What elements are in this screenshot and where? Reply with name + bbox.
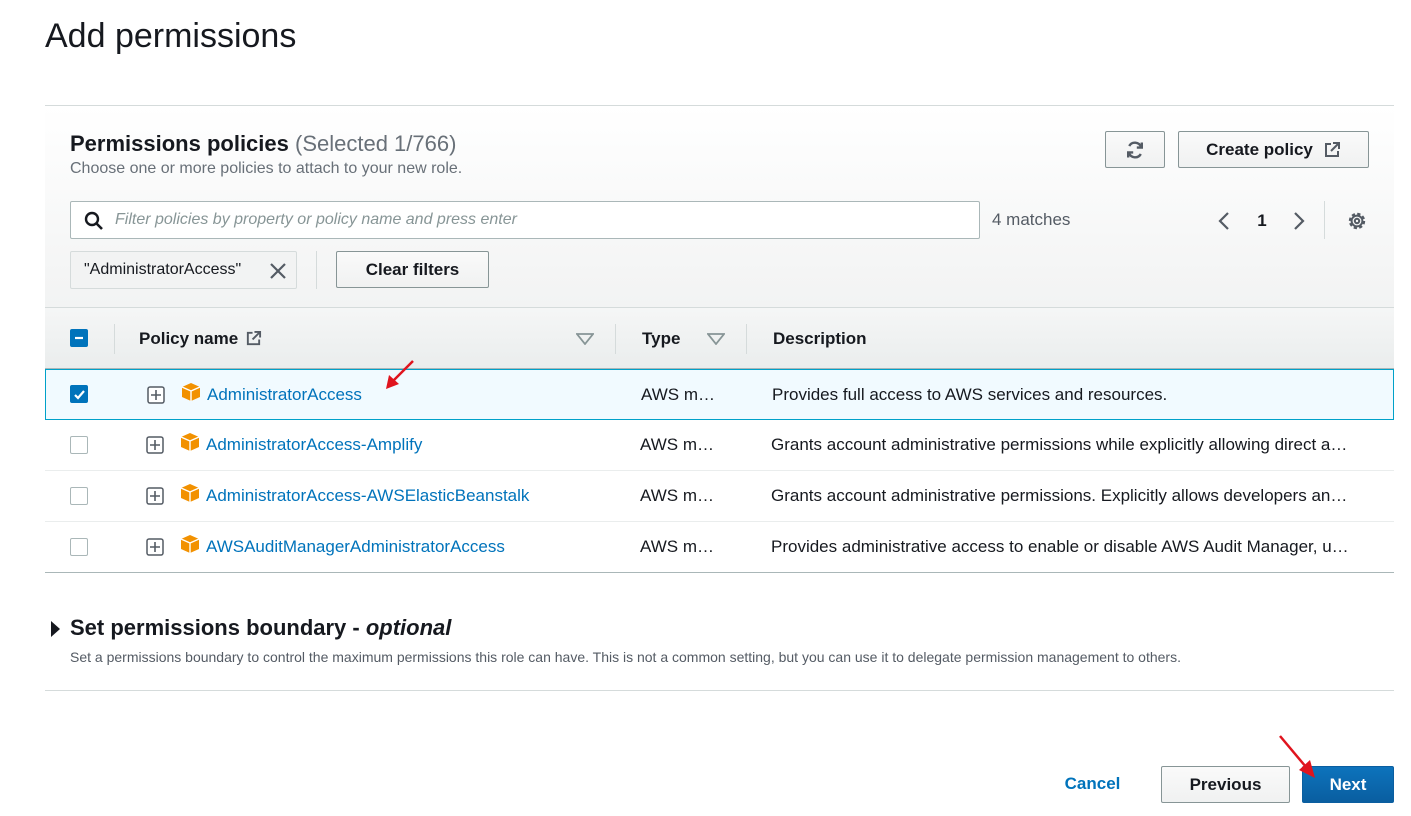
policy-type-cell: AWS m… bbox=[640, 435, 714, 454]
policy-name-link[interactable]: AdministratorAccess bbox=[207, 385, 362, 405]
plus-square-icon[interactable] bbox=[146, 487, 164, 505]
caret-down-icon[interactable] bbox=[707, 333, 725, 345]
column-header-policy-name[interactable]: Policy name bbox=[139, 308, 589, 369]
policy-description-cell: Grants account administrative permission… bbox=[771, 471, 1368, 521]
policy-description-cell: Provides full access to AWS services and… bbox=[772, 370, 1369, 420]
pagination-prev-button[interactable] bbox=[1213, 206, 1235, 236]
policy-name-cell[interactable]: AdministratorAccess-AWSElasticBeanstalk bbox=[206, 471, 626, 521]
aws-managed-policy-icon bbox=[180, 535, 200, 553]
cancel-button[interactable]: Cancel bbox=[1050, 766, 1135, 802]
boundary-title-text: Set permissions boundary - bbox=[70, 615, 366, 640]
panel-title-text: Permissions policies bbox=[70, 131, 289, 156]
policy-name-cell[interactable]: AdministratorAccess bbox=[207, 370, 627, 420]
row-checkbox[interactable] bbox=[70, 436, 88, 454]
permissions-boundary-section: Set permissions boundary - optional Set … bbox=[45, 600, 1394, 691]
refresh-icon bbox=[1127, 140, 1143, 159]
caret-right-icon[interactable] bbox=[49, 620, 61, 638]
pagination-next-button[interactable] bbox=[1288, 206, 1310, 236]
chevron-right-icon bbox=[1294, 212, 1305, 230]
table-row[interactable]: AWSAuditManagerAdministratorAccess AWS m… bbox=[45, 522, 1394, 573]
column-separator bbox=[615, 324, 616, 354]
check-icon bbox=[73, 389, 85, 400]
filter-search-box[interactable] bbox=[70, 201, 980, 239]
column-separator bbox=[114, 324, 115, 354]
policy-name-cell[interactable]: AdministratorAccess-Amplify bbox=[206, 420, 626, 470]
plus-square-icon[interactable] bbox=[146, 538, 164, 556]
row-checkbox[interactable] bbox=[70, 385, 88, 403]
panel-title: Permissions policies (Selected 1/766) bbox=[70, 131, 456, 157]
search-icon bbox=[84, 211, 103, 230]
filter-search-input[interactable] bbox=[113, 202, 963, 238]
policy-description-cell: Grants account administrative permission… bbox=[771, 420, 1368, 470]
caret-down-icon[interactable] bbox=[576, 333, 594, 345]
column-header-policy-name-label: Policy name bbox=[139, 328, 239, 348]
column-header-description: Description bbox=[773, 328, 867, 348]
plus-square-icon[interactable] bbox=[147, 386, 165, 404]
filter-token: "AdministratorAccess" bbox=[70, 251, 297, 289]
pagination-page-1[interactable]: 1 bbox=[1251, 206, 1273, 236]
policy-name-cell[interactable]: AWSAuditManagerAdministratorAccess bbox=[206, 522, 626, 572]
aws-managed-policy-icon bbox=[181, 383, 201, 401]
filter-divider bbox=[316, 251, 317, 289]
row-checkbox[interactable] bbox=[70, 538, 88, 556]
policy-description-text: Grants account administrative permission… bbox=[771, 486, 1348, 505]
policy-type-cell: AWS m… bbox=[640, 486, 714, 505]
refresh-button[interactable] bbox=[1105, 131, 1165, 168]
policy-name-link[interactable]: AWSAuditManagerAdministratorAccess bbox=[206, 537, 505, 557]
column-header-type[interactable]: Type bbox=[642, 308, 702, 369]
panel-description: Choose one or more policies to attach to… bbox=[70, 160, 463, 177]
select-all-checkbox[interactable] bbox=[70, 329, 88, 347]
previous-button[interactable]: Previous bbox=[1161, 766, 1290, 803]
create-policy-label: Create policy bbox=[1206, 139, 1313, 159]
column-separator bbox=[746, 324, 747, 354]
table-settings-button[interactable] bbox=[1345, 206, 1369, 236]
row-checkbox[interactable] bbox=[70, 487, 88, 505]
page-title: Add permissions bbox=[45, 17, 297, 55]
matches-count: 4 matches bbox=[992, 210, 1071, 229]
next-button[interactable]: Next bbox=[1302, 766, 1394, 803]
pagination-divider bbox=[1324, 201, 1325, 239]
table-row[interactable]: AdministratorAccess AWS m… Provides full… bbox=[45, 369, 1394, 420]
close-icon[interactable] bbox=[268, 261, 288, 281]
clear-filters-button[interactable]: Clear filters bbox=[336, 251, 489, 288]
table-row[interactable]: AdministratorAccess-AWSElasticBeanstalk … bbox=[45, 471, 1394, 522]
create-policy-button[interactable]: Create policy bbox=[1178, 131, 1369, 168]
plus-square-icon[interactable] bbox=[146, 436, 164, 454]
aws-managed-policy-icon bbox=[180, 433, 200, 451]
policy-description-text: Provides administrative access to enable… bbox=[771, 537, 1349, 556]
external-link-icon bbox=[1324, 141, 1340, 157]
policy-description-text: Provides full access to AWS services and… bbox=[772, 385, 1168, 404]
policy-type-cell: AWS m… bbox=[641, 385, 715, 404]
policy-name-link[interactable]: AdministratorAccess-Amplify bbox=[206, 435, 422, 455]
policy-description-cell: Provides administrative access to enable… bbox=[771, 522, 1368, 572]
filter-token-label: "AdministratorAccess" bbox=[84, 261, 242, 278]
minus-icon bbox=[75, 336, 83, 340]
permissions-policies-panel: Permissions policies (Selected 1/766) Ch… bbox=[45, 105, 1394, 573]
policy-type-cell: AWS m… bbox=[640, 537, 714, 556]
table-header: Policy name Type Description bbox=[45, 308, 1394, 369]
policy-description-text: Grants account administrative permission… bbox=[771, 435, 1348, 454]
chevron-left-icon bbox=[1218, 212, 1229, 230]
permissions-boundary-toggle[interactable]: Set permissions boundary - optional bbox=[70, 615, 451, 641]
external-link-icon bbox=[247, 330, 262, 346]
aws-managed-policy-icon bbox=[180, 484, 200, 502]
table-row[interactable]: AdministratorAccess-Amplify AWS m… Grant… bbox=[45, 420, 1394, 471]
selected-counter: (Selected 1/766) bbox=[295, 131, 457, 156]
boundary-optional-label: optional bbox=[365, 615, 452, 640]
policy-name-link[interactable]: AdministratorAccess-AWSElasticBeanstalk bbox=[206, 486, 529, 506]
panel-header: Permissions policies (Selected 1/766) Ch… bbox=[45, 106, 1394, 308]
gear-icon bbox=[1348, 212, 1366, 230]
boundary-description: Set a permissions boundary to control th… bbox=[70, 649, 1181, 665]
